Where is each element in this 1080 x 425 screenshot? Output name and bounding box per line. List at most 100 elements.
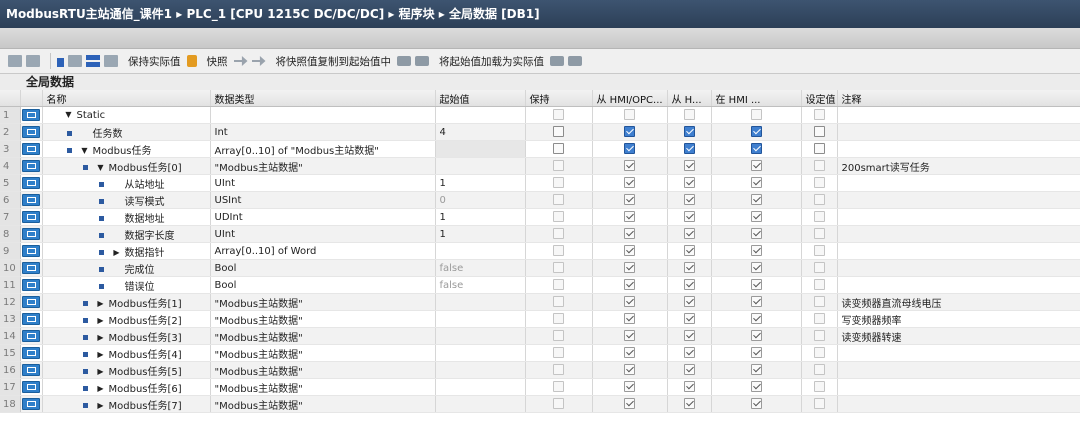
accessible-hmi-checkbox[interactable]	[624, 279, 635, 291]
setpoint-checkbox[interactable]	[813, 279, 825, 291]
setpoint-checkbox[interactable]	[813, 398, 825, 410]
start-value-cell[interactable]: false	[435, 259, 526, 277]
setpoint-checkbox[interactable]	[813, 177, 825, 189]
datatype-cell[interactable]	[210, 106, 436, 124]
visible-hmi-checkbox[interactable]	[750, 143, 762, 155]
insert-row-icon[interactable]	[8, 55, 22, 67]
visible-hmi-checkbox[interactable]	[750, 211, 762, 223]
datatype-cell[interactable]: "Modbus主站数据"	[210, 361, 436, 379]
name-cell[interactable]: ▶ 数据指针	[42, 242, 211, 260]
accessible-hmi-checkbox[interactable]	[624, 211, 635, 223]
expand-all-icon[interactable]	[57, 58, 64, 67]
name-cell[interactable]: ▼ Static	[42, 106, 211, 124]
accessible-hmi-checkbox[interactable]	[624, 126, 635, 138]
datatype-cell[interactable]: "Modbus主站数据"	[210, 157, 436, 175]
setpoint-checkbox[interactable]	[813, 296, 825, 308]
accessible-hmi-checkbox[interactable]	[624, 177, 635, 189]
name-cell[interactable]: ▶ Modbus任务[2]	[42, 310, 211, 328]
comment-cell[interactable]	[837, 242, 1080, 260]
retain-checkbox[interactable]	[553, 177, 564, 189]
start-value-cell[interactable]	[435, 106, 526, 124]
accessible-hmi-checkbox[interactable]	[624, 194, 635, 206]
table-row[interactable]: 13 ▶ Modbus任务[2] "Modbus主站数据" 写变频器频率	[0, 310, 1080, 328]
monitor-icon[interactable]	[104, 55, 118, 67]
name-cell[interactable]: ▶ Modbus任务[1]	[42, 293, 211, 311]
comment-cell[interactable]: 读变频器转速	[837, 327, 1080, 345]
start-value-cell[interactable]: false	[435, 276, 526, 294]
copy-snapshot-to-start-button[interactable]: 将快照值复制到起始值中	[276, 54, 392, 69]
retain-checkbox[interactable]	[553, 347, 564, 359]
breadcrumb-block[interactable]: 全局数据 [DB1]	[449, 7, 540, 21]
retain-checkbox[interactable]	[553, 194, 564, 206]
visible-hmi-checkbox[interactable]	[750, 381, 762, 393]
visible-hmi-checkbox[interactable]	[750, 330, 762, 342]
table-row[interactable]: 5 从站地址 UInt 1	[0, 174, 1080, 192]
table-row[interactable]: 17 ▶ Modbus任务[6] "Modbus主站数据"	[0, 378, 1080, 396]
start-value-cell[interactable]: 1	[435, 174, 526, 192]
retain-checkbox[interactable]	[553, 211, 564, 223]
keep-actual-values-button[interactable]: 保持实际值	[128, 54, 181, 69]
datatype-cell[interactable]: "Modbus主站数据"	[210, 395, 436, 413]
load-selected-icon[interactable]	[550, 56, 564, 66]
accessible-hmi-checkbox[interactable]	[624, 296, 635, 308]
datatype-cell[interactable]: UInt	[210, 225, 436, 243]
start-value-cell[interactable]	[435, 378, 526, 396]
setpoint-checkbox[interactable]	[813, 143, 825, 155]
writable-hmi-checkbox[interactable]	[683, 143, 695, 155]
breadcrumb-device[interactable]: PLC_1 [CPU 1215C DC/DC/DC]	[186, 7, 384, 21]
setpoint-checkbox[interactable]	[813, 126, 825, 138]
header-start-value[interactable]: 起始值	[435, 90, 526, 107]
setpoint-checkbox[interactable]	[813, 330, 825, 342]
writable-hmi-checkbox[interactable]	[683, 364, 695, 376]
retain-checkbox[interactable]	[553, 398, 564, 410]
datatype-cell[interactable]: "Modbus主站数据"	[210, 344, 436, 362]
datatype-cell[interactable]: "Modbus主站数据"	[210, 310, 436, 328]
writable-hmi-checkbox[interactable]	[683, 126, 695, 138]
visible-hmi-checkbox[interactable]	[750, 126, 762, 138]
accessible-hmi-checkbox[interactable]	[624, 347, 635, 359]
snapshot-copy-all-icon[interactable]	[251, 56, 266, 66]
visible-hmi-checkbox[interactable]	[750, 398, 762, 410]
writable-hmi-checkbox[interactable]	[683, 194, 695, 206]
name-cell[interactable]: 数据地址	[42, 208, 211, 226]
retain-checkbox[interactable]	[553, 160, 564, 172]
expand-toggle-icon[interactable]: ▶	[96, 367, 106, 376]
datatype-cell[interactable]: Array[0..10] of "Modbus主站数据"	[210, 140, 436, 158]
table-row[interactable]: 3 ▼ Modbus任务 Array[0..10] of "Modbus主站数据"	[0, 140, 1080, 158]
snapshot-copy-icon[interactable]	[233, 56, 248, 66]
writable-hmi-checkbox[interactable]	[683, 381, 695, 393]
accessible-hmi-checkbox[interactable]	[624, 109, 635, 121]
visible-hmi-checkbox[interactable]	[750, 194, 762, 206]
copy-selected-icon[interactable]	[397, 56, 411, 66]
retain-checkbox[interactable]	[553, 262, 564, 274]
writable-hmi-checkbox[interactable]	[683, 228, 695, 240]
start-value-cell[interactable]	[435, 157, 526, 175]
start-value-cell[interactable]	[435, 344, 526, 362]
setpoint-checkbox[interactable]	[813, 313, 825, 325]
comment-cell[interactable]	[837, 208, 1080, 226]
writable-hmi-checkbox[interactable]	[683, 279, 695, 291]
retain-checkbox[interactable]	[553, 330, 564, 342]
visible-hmi-checkbox[interactable]	[750, 160, 762, 172]
start-value-cell[interactable]	[435, 395, 526, 413]
start-value-cell[interactable]: 4	[435, 123, 526, 141]
add-row-icon[interactable]	[26, 55, 40, 67]
expand-toggle-icon[interactable]: ▶	[112, 248, 122, 257]
writable-hmi-checkbox[interactable]	[683, 313, 695, 325]
comment-cell[interactable]	[837, 259, 1080, 277]
setpoint-checkbox[interactable]	[813, 245, 825, 257]
datatype-cell[interactable]: Array[0..10] of Word	[210, 242, 436, 260]
datatype-cell[interactable]: Int	[210, 123, 436, 141]
setpoint-checkbox[interactable]	[813, 347, 825, 359]
visible-hmi-checkbox[interactable]	[750, 347, 762, 359]
table-row[interactable]: 15 ▶ Modbus任务[4] "Modbus主站数据"	[0, 344, 1080, 362]
name-cell[interactable]: ▶ Modbus任务[5]	[42, 361, 211, 379]
visible-hmi-checkbox[interactable]	[750, 313, 762, 325]
table-row[interactable]: 9 ▶ 数据指针 Array[0..10] of Word	[0, 242, 1080, 260]
header-writable-hmi[interactable]: 从 H...	[667, 90, 712, 107]
datatype-cell[interactable]: "Modbus主站数据"	[210, 293, 436, 311]
lock-icon[interactable]	[186, 55, 197, 67]
visible-hmi-checkbox[interactable]	[750, 177, 762, 189]
writable-hmi-checkbox[interactable]	[683, 398, 695, 410]
retain-checkbox[interactable]	[553, 228, 564, 240]
